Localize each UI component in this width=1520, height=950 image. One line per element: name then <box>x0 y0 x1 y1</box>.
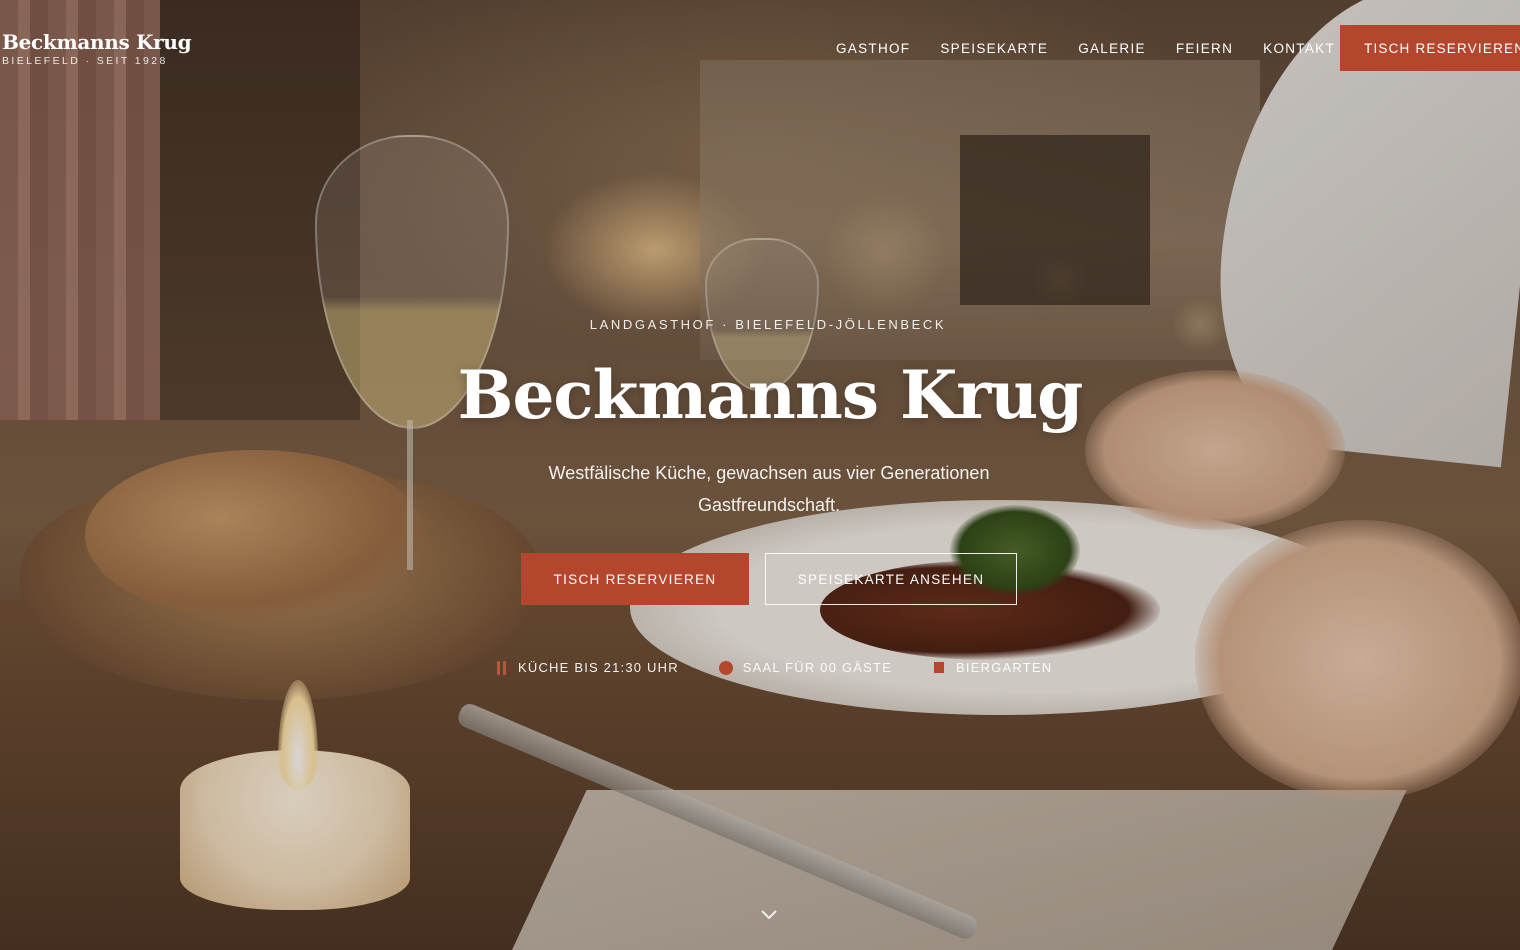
hero-title: Beckmanns Krug <box>457 356 1084 434</box>
feature-kitchen-hours: KÜCHE BIS 21:30 UHR <box>494 660 679 675</box>
brand-name: Beckmanns Krug <box>2 30 192 54</box>
nav-link-kontakt[interactable]: KONTAKT <box>1263 41 1335 56</box>
hero-eyebrow: LANDGASTHOF · BIELEFELD-JÖLLENBECK <box>589 317 947 332</box>
feature-hall-capacity: SAAL FÜR 00 GÄSTE <box>718 660 893 675</box>
brand-subline: BIELEFELD · SEIT 1928 <box>2 55 168 67</box>
nav-link-feiern[interactable]: FEIERN <box>1176 41 1233 56</box>
beer-garden-icon <box>934 662 945 673</box>
chevron-down-icon[interactable] <box>760 905 778 923</box>
cutlery-icon <box>494 660 508 675</box>
nav-link-galerie[interactable]: GALERIE <box>1078 41 1146 56</box>
brand-logo[interactable]: Beckmanns Krug BIELEFELD · SEIT 1928 <box>2 30 192 67</box>
hero-tagline: Westfälische Küche, gewachsen aus vier G… <box>548 463 990 515</box>
feature-label: SAAL FÜR 00 GÄSTE <box>742 660 893 675</box>
feature-label: BIERGARTEN <box>956 660 1053 675</box>
hall-icon <box>718 660 733 675</box>
feature-list: KÜCHE BIS 21:30 UHR SAAL FÜR 00 GÄSTE BI… <box>494 660 1092 675</box>
header-reserve-button[interactable]: TISCH RESERVIEREN <box>1340 25 1520 71</box>
feature-beer-garden: BIERGARTEN <box>932 660 1052 675</box>
reserve-table-button[interactable]: TISCH RESERVIEREN <box>521 553 749 605</box>
nav-link-speisekarte[interactable]: SPEISEKARTE <box>940 41 1048 56</box>
feature-label: KÜCHE BIS 21:30 UHR <box>518 660 679 675</box>
view-menu-button[interactable]: SPEISEKARTE ANSEHEN <box>765 553 1017 605</box>
nav-link-gasthof[interactable]: GASTHOF <box>836 41 910 56</box>
main-navigation: GASTHOF SPEISEKARTE GALERIE FEIERN KONTA… <box>836 41 1365 56</box>
